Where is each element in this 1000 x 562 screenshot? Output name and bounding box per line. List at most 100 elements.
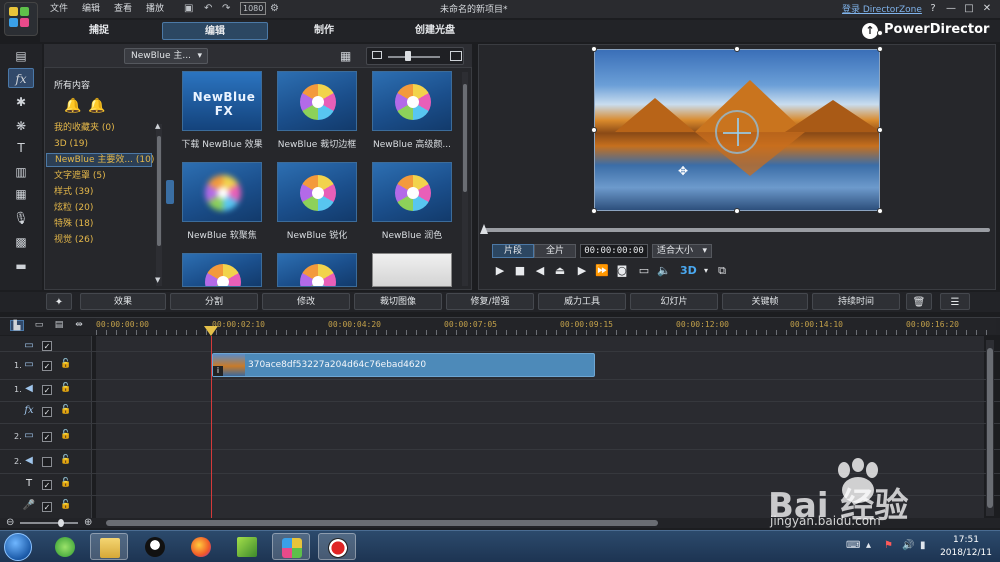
resize-handle[interactable] <box>877 46 883 52</box>
chapter-room-icon[interactable]: ▩ <box>8 232 34 252</box>
keyframe-button[interactable]: 关键帧 <box>722 293 808 310</box>
effect-thumb-partial[interactable] <box>277 253 357 287</box>
split-button[interactable]: 分割 <box>170 293 258 310</box>
taskbar-app-recorder[interactable] <box>318 533 356 560</box>
play-icon[interactable]: ▶ <box>492 263 508 279</box>
zoom-out-icon[interactable]: ⊖ <box>6 517 14 528</box>
track-enable-checkbox[interactable]: ✓ <box>42 361 52 371</box>
more-tools-icon[interactable]: ☰ <box>940 293 970 310</box>
movie-mode-button[interactable]: 全片 <box>534 244 576 258</box>
voiceover-room-icon[interactable]: 🎙 <box>8 208 34 228</box>
tab-capture[interactable]: 捕捉 <box>60 22 138 40</box>
track-enable-checkbox[interactable] <box>42 457 52 467</box>
minimize-button[interactable]: — <box>944 2 958 16</box>
lock-icon[interactable]: 🔓 <box>60 478 71 488</box>
snapshot-camera-icon[interactable]: ◙ <box>614 263 630 279</box>
effect-thumb-partial[interactable] <box>372 253 452 287</box>
tree-item-newblue-main[interactable]: NewBlue 主要效... (10) <box>55 153 155 167</box>
transition-room-icon[interactable]: ▥ <box>8 162 34 182</box>
grid-view-icon[interactable]: ▦ <box>340 49 354 63</box>
tab-create-disc[interactable]: 创建光盘 <box>392 22 478 40</box>
lock-icon[interactable]: 🔓 <box>60 430 71 440</box>
effect-thumb-soft-focus[interactable] <box>182 162 262 222</box>
slideshow-button[interactable]: 幻灯片 <box>630 293 718 310</box>
3d-mode-button[interactable]: 3D <box>680 263 697 279</box>
scroll-up-icon[interactable]: ▲ <box>155 122 160 130</box>
lock-icon[interactable]: 🔓 <box>60 359 71 369</box>
stop-icon[interactable]: ■ <box>512 263 528 279</box>
effect-thumb-partial[interactable] <box>182 253 262 287</box>
rotate-handle[interactable] <box>877 30 883 36</box>
lock-icon[interactable]: 🔓 <box>60 455 71 465</box>
modify-button[interactable]: 修改 <box>262 293 350 310</box>
title-room-icon[interactable]: T <box>8 138 34 158</box>
track-enable-checkbox[interactable]: ✓ <box>42 341 52 351</box>
fit-size-select[interactable]: 适合大小 ▾ <box>652 244 712 258</box>
tree-item-style[interactable]: 样式 (39) <box>54 185 154 199</box>
volume-tray-icon[interactable]: 🔊 <box>902 540 914 551</box>
keyboard-tray-icon[interactable]: ⌨ <box>846 540 860 551</box>
next-frame-icon[interactable]: ▶ <box>574 263 590 279</box>
undock-preview-icon[interactable]: ⧉ <box>714 263 730 279</box>
lock-icon[interactable]: 🔓 <box>60 405 71 415</box>
particle-room-icon[interactable]: ❋ <box>8 116 34 136</box>
tab-produce[interactable]: 制作 <box>284 22 364 40</box>
zoom-in-icon[interactable]: ⊕ <box>84 517 92 528</box>
magic-tools-icon[interactable]: ✦ <box>46 293 72 310</box>
duration-button[interactable]: 持续时间 <box>812 293 900 310</box>
audio-mixing-room-icon[interactable]: ▦ <box>8 184 34 204</box>
effect-thumb-skin-touch[interactable] <box>372 162 452 222</box>
thumbnail-size-track[interactable] <box>388 56 440 58</box>
settings-gear-icon[interactable]: ⚙ <box>270 2 279 15</box>
track-enable-checkbox[interactable]: ✓ <box>42 407 52 417</box>
media-room-icon[interactable]: ▤ <box>8 46 34 66</box>
menu-play[interactable]: 播放 <box>146 2 164 16</box>
tree-scrollbar-thumb[interactable] <box>157 136 161 246</box>
effect-button[interactable]: 效果 <box>80 293 166 310</box>
taskbar-app-powerdirector[interactable] <box>272 533 310 560</box>
fit-timeline-icon[interactable]: ⇹ <box>72 320 86 331</box>
previous-frame-icon[interactable]: ◀ <box>532 263 548 279</box>
thumbnail-size-knob[interactable] <box>405 51 411 61</box>
effect-category-dropdown[interactable]: NewBlue 主... ▾ <box>124 48 208 64</box>
step-frame-icon[interactable]: ⏏ <box>552 263 568 279</box>
tree-item-favorites[interactable]: 我的收藏夹 (0) <box>54 121 154 135</box>
volume-icon[interactable]: 🔈 <box>656 263 672 279</box>
resize-handle[interactable] <box>734 46 740 52</box>
pip-room-icon[interactable]: ✱ <box>8 92 34 112</box>
effect-room-icon[interactable]: fx <box>8 68 34 88</box>
fix-enhance-button[interactable]: 修复/增强 <box>446 293 534 310</box>
lock-icon[interactable]: 🔓 <box>60 500 71 510</box>
preview-image[interactable] <box>594 49 880 211</box>
maximize-button[interactable]: □ <box>962 2 976 16</box>
display-icon[interactable]: ▭ <box>636 263 652 279</box>
system-clock-time[interactable]: 17:51 <box>938 535 994 545</box>
taskbar-app-explorer[interactable] <box>90 533 128 560</box>
resize-handle[interactable] <box>734 208 740 214</box>
large-thumb-icon[interactable] <box>450 51 462 61</box>
scroll-down-icon[interactable]: ▼ <box>155 276 160 284</box>
close-button[interactable]: ✕ <box>980 2 994 16</box>
effect-thumb-crop-border[interactable] <box>277 71 357 131</box>
timeline-view-icon[interactable]: ▙ <box>10 320 24 331</box>
preview-scrub-bar[interactable] <box>484 228 990 232</box>
tree-item-particles[interactable]: 炫粒 (20) <box>54 201 154 215</box>
track-enable-checkbox[interactable]: ✓ <box>42 432 52 442</box>
start-button[interactable] <box>4 533 32 561</box>
effect-thumb-download-newblue[interactable]: NewBlue FX <box>182 71 262 131</box>
power-tools-button[interactable]: 威力工具 <box>538 293 626 310</box>
lock-icon[interactable]: 🔓 <box>60 383 71 393</box>
taskbar-app-qq[interactable] <box>136 533 174 560</box>
menu-edit[interactable]: 编辑 <box>82 2 100 16</box>
tree-item-special[interactable]: 特殊 (18) <box>54 217 154 231</box>
trash-icon[interactable]: 🗑 <box>906 293 932 310</box>
system-clock-date[interactable]: 2018/12/11 <box>938 548 994 558</box>
collapse-tree-handle[interactable] <box>166 180 174 204</box>
remove-tag-icon[interactable]: 🔔 <box>88 98 105 114</box>
timeline-zoom-track[interactable] <box>20 522 78 524</box>
timeline-vertical-thumb[interactable] <box>987 348 993 508</box>
save-icon[interactable]: ▣ <box>184 2 193 15</box>
resize-handle[interactable] <box>877 127 883 133</box>
track-enable-checkbox[interactable]: ✓ <box>42 502 52 512</box>
track-enable-checkbox[interactable]: ✓ <box>42 385 52 395</box>
